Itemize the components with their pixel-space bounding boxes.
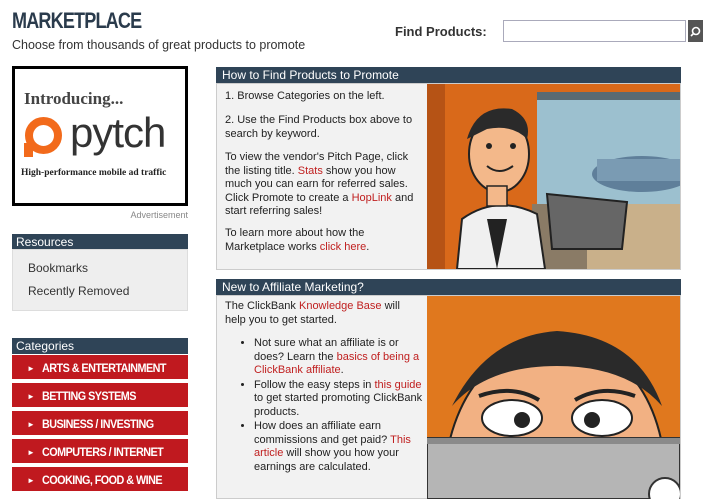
resources-heading: Resources <box>12 234 188 250</box>
stats-link[interactable]: Stats <box>298 165 323 177</box>
resources-item-bookmarks[interactable]: Bookmarks <box>28 261 88 275</box>
resources-item-recently-removed[interactable]: Recently Removed <box>28 284 129 298</box>
how-to-learn-more: To learn more about how the Marketplace … <box>225 227 370 253</box>
search-icon <box>690 26 701 37</box>
category-betting-systems[interactable]: ► BETTING SYSTEMS <box>12 383 188 409</box>
how-to-step-1: 1. Browse Categories on the left. <box>225 90 385 102</box>
category-arts-entertainment[interactable]: ► ARTS & ENTERTAINMENT <box>12 355 188 381</box>
category-business-investing[interactable]: ► BUSINESS / INVESTING <box>12 411 188 437</box>
find-products-input[interactable] <box>503 20 686 42</box>
ad-tagline: High-performance mobile ad traffic <box>21 168 167 178</box>
page-title: MARKETPLACE <box>12 8 142 33</box>
ad-caption: Advertisement <box>130 210 188 220</box>
page-subtitle: Choose from thousands of great products … <box>12 38 306 52</box>
category-computers-internet[interactable]: ► COMPUTERS / INTERNET <box>12 439 188 465</box>
affiliate-heading: New to Affiliate Marketing? <box>216 279 681 295</box>
how-to-step-2: 2. Use the Find Products box above to se… <box>225 114 413 140</box>
how-to-heading: How to Find Products to Promote <box>216 67 681 83</box>
list-item: How does an affiliate earn commissions a… <box>254 420 425 474</box>
ad-brand-name: pytch <box>70 109 166 156</box>
chevron-right-icon: ► <box>27 391 35 401</box>
category-cooking-food-wine[interactable]: ► COOKING, FOOD & WINE <box>12 467 188 493</box>
find-products-label: Find Products: <box>395 24 487 39</box>
knowledge-base-link[interactable]: Knowledge Base <box>299 300 382 312</box>
click-here-link[interactable]: click here <box>320 241 366 253</box>
affiliate-intro: The ClickBank Knowledge Base will help y… <box>225 300 400 326</box>
how-to-pitch-text: To view the vendor's Pitch Page, click t… <box>225 151 414 217</box>
salesman-illustration <box>427 84 680 269</box>
chevron-right-icon: ► <box>27 447 35 457</box>
chevron-right-icon: ► <box>27 363 35 373</box>
affiliate-tips-list: Not sure what an affiliate is or does? L… <box>240 337 425 475</box>
categories-heading: Categories <box>12 338 188 354</box>
list-item: Follow the easy steps in this guide to g… <box>254 379 425 420</box>
hoplink-link[interactable]: HopLink <box>352 192 392 204</box>
guide-link[interactable]: this guide <box>374 379 421 391</box>
resources-panel <box>12 249 188 311</box>
search-button[interactable] <box>688 20 703 42</box>
advertisement-banner[interactable]: Introducing... pytch High-performance mo… <box>12 66 188 206</box>
peeking-man-illustration <box>427 296 680 499</box>
chevron-right-icon: ► <box>27 419 35 429</box>
list-item: Not sure what an affiliate is or does? L… <box>254 337 425 378</box>
ad-intro-text: Introducing... <box>24 89 124 108</box>
chevron-right-icon: ► <box>27 475 35 485</box>
pytch-logo-icon <box>24 117 62 157</box>
